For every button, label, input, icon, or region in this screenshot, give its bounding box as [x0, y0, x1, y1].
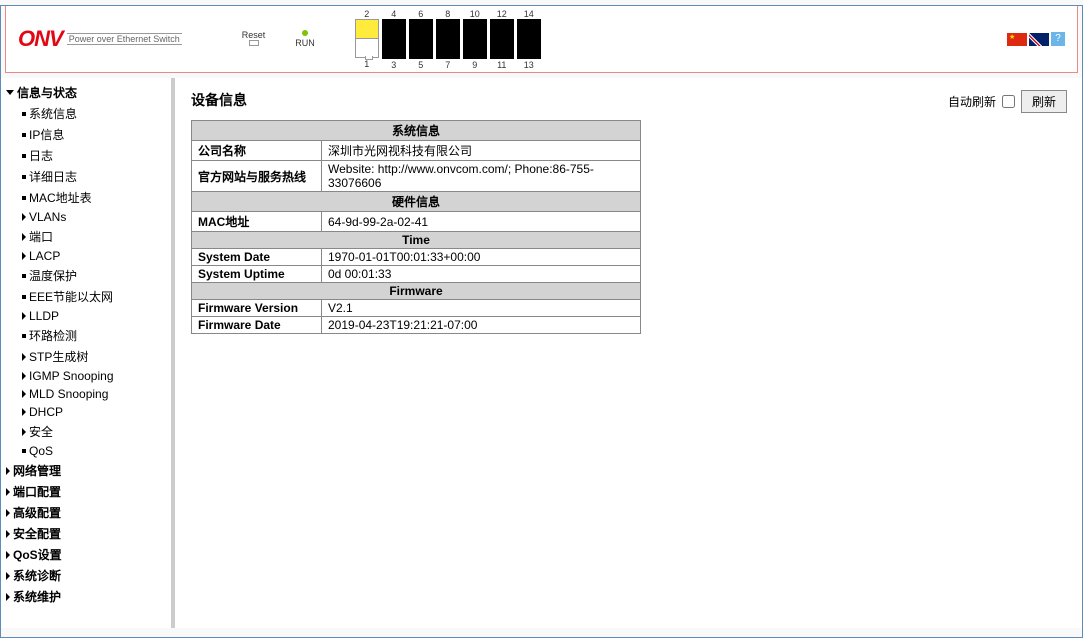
sidebar-group-info[interactable]: 信息与状态 [0, 82, 171, 103]
sidebar-group-qoscfg[interactable]: QoS设置 [0, 544, 171, 565]
sidebar-item-loop[interactable]: 环路检测 [0, 325, 171, 346]
website-label: 官方网站与服务热线 [192, 161, 322, 192]
uptime-label: System Uptime [192, 266, 322, 283]
fwver-value: V2.1 [322, 300, 641, 317]
port-10[interactable] [463, 19, 487, 39]
sidebar: 信息与状态 系统信息 IP信息 日志 详细日志 MAC地址表 VLANs 端口 … [0, 78, 175, 628]
uptime-value: 0d 00:01:33 [322, 266, 641, 283]
sidebar-group-portcfg[interactable]: 端口配置 [0, 481, 171, 502]
port-11[interactable] [490, 39, 514, 59]
port-9[interactable] [463, 39, 487, 59]
port-diagram: 2 1 4 3 6 5 8 7 10 9 [355, 9, 541, 70]
port-8[interactable] [436, 19, 460, 39]
port-13[interactable] [517, 39, 541, 59]
refresh-button[interactable]: 刷新 [1021, 90, 1067, 113]
sidebar-item-igmp[interactable]: IGMP Snooping [0, 367, 171, 385]
logo-text: ONV [18, 26, 63, 52]
sysdate-label: System Date [192, 249, 322, 266]
sysdate-value: 1970-01-01T00:01:33+00:00 [322, 249, 641, 266]
sidebar-item-detaillog[interactable]: 详细日志 [0, 166, 171, 187]
lang-chinese-icon[interactable] [1007, 33, 1027, 46]
sidebar-item-mactable[interactable]: MAC地址表 [0, 187, 171, 208]
sidebar-item-security[interactable]: 安全 [0, 421, 171, 442]
section-system-info: 系统信息 [192, 121, 641, 141]
sidebar-item-port[interactable]: 端口 [0, 226, 171, 247]
port-7[interactable] [436, 39, 460, 59]
sidebar-item-temp[interactable]: 温度保护 [0, 265, 171, 286]
run-indicator: RUN [295, 30, 315, 48]
sidebar-item-qos[interactable]: QoS [0, 442, 171, 460]
sidebar-group-diag[interactable]: 系统诊断 [0, 565, 171, 586]
sidebar-item-vlans[interactable]: VLANs [0, 208, 171, 226]
port-4[interactable] [382, 19, 406, 39]
mac-value: 64-9d-99-2a-02-41 [322, 212, 641, 232]
lang-english-icon[interactable] [1029, 33, 1049, 46]
sidebar-item-log[interactable]: 日志 [0, 145, 171, 166]
mac-label: MAC地址 [192, 212, 322, 232]
sidebar-item-sysinfo[interactable]: 系统信息 [0, 103, 171, 124]
page-title: 设备信息 [191, 90, 1067, 110]
sidebar-item-lacp[interactable]: LACP [0, 247, 171, 265]
sidebar-group-maint[interactable]: 系统维护 [0, 586, 171, 607]
sidebar-group-seccfg[interactable]: 安全配置 [0, 523, 171, 544]
fwver-label: Firmware Version [192, 300, 322, 317]
help-icon[interactable]: ? [1051, 32, 1065, 46]
port-12[interactable] [490, 19, 514, 39]
auto-refresh-label: 自动刷新 [948, 93, 996, 110]
fwdate-label: Firmware Date [192, 317, 322, 334]
fwdate-value: 2019-04-23T19:21:21-07:00 [322, 317, 641, 334]
main-content: 设备信息 自动刷新 刷新 系统信息 公司名称深圳市光网视科技有限公司 官方网站与… [175, 78, 1083, 628]
sidebar-item-stp[interactable]: STP生成树 [0, 346, 171, 367]
port-1[interactable] [355, 39, 379, 58]
sidebar-item-dhcp[interactable]: DHCP [0, 403, 171, 421]
auto-refresh-checkbox[interactable] [1002, 95, 1015, 108]
sidebar-item-ipinfo[interactable]: IP信息 [0, 124, 171, 145]
port-3[interactable] [382, 39, 406, 59]
logo-subtitle: Power over Ethernet Switch [67, 33, 182, 45]
sidebar-item-eee[interactable]: EEE节能以太网 [0, 286, 171, 307]
section-time: Time [192, 232, 641, 249]
sidebar-group-advanced[interactable]: 高级配置 [0, 502, 171, 523]
company-value: 深圳市光网视科技有限公司 [322, 141, 641, 161]
logo: ONV Power over Ethernet Switch [18, 26, 182, 52]
port-2[interactable] [355, 19, 379, 39]
port-6[interactable] [409, 19, 433, 39]
section-firmware: Firmware [192, 283, 641, 300]
device-info-table: 系统信息 公司名称深圳市光网视科技有限公司 官方网站与服务热线Website: … [191, 120, 641, 334]
sidebar-group-network[interactable]: 网络管理 [0, 460, 171, 481]
reset-indicator: Reset [242, 30, 266, 48]
port-14[interactable] [517, 19, 541, 39]
company-label: 公司名称 [192, 141, 322, 161]
sidebar-item-mld[interactable]: MLD Snooping [0, 385, 171, 403]
website-value: Website: http://www.onvcom.com/; Phone:8… [322, 161, 641, 192]
section-hardware: 硬件信息 [192, 192, 641, 212]
sidebar-item-lldp[interactable]: LLDP [0, 307, 171, 325]
port-5[interactable] [409, 39, 433, 59]
device-header: ONV Power over Ethernet Switch Reset RUN… [5, 5, 1078, 73]
